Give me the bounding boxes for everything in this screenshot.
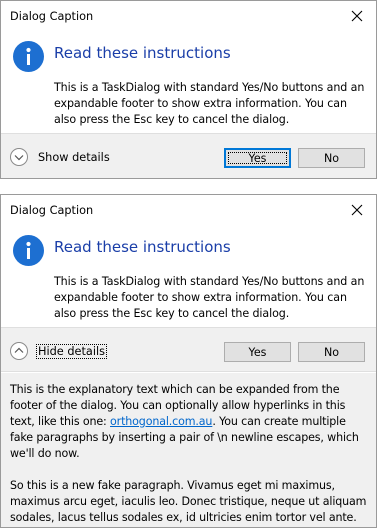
expander-toggle[interactable]: Show details <box>9 147 111 167</box>
chevron-down-icon[interactable] <box>9 147 29 167</box>
information-icon <box>13 235 44 266</box>
close-icon[interactable] <box>346 200 368 220</box>
footer-paragraph: So this is a new fake paragraph. Vivamus… <box>10 479 367 524</box>
footer-paragraph: This is the explanatory text which can b… <box>10 382 367 462</box>
no-button-label: No <box>323 345 340 359</box>
no-button-label: No <box>323 151 340 165</box>
expander-label[interactable]: Hide details <box>36 343 107 359</box>
dialog-content: Read these instructions This is a TaskDi… <box>1 226 376 325</box>
footer-link[interactable]: orthogonal.com.au <box>110 415 212 428</box>
no-button[interactable]: No <box>298 148 365 168</box>
yes-button[interactable]: Yes <box>224 148 291 168</box>
close-icon[interactable] <box>346 6 368 26</box>
content-text: This is a TaskDialog with standard Yes/N… <box>54 81 365 126</box>
dialog-caption: Dialog Caption <box>10 204 94 217</box>
task-dialog-collapsed: Dialog Caption Read these instructions T… <box>0 0 377 179</box>
yes-button-label: Yes <box>248 345 267 359</box>
expander-label[interactable]: Show details <box>37 151 111 164</box>
focus-ring <box>228 152 287 164</box>
expanded-footer: This is the explanatory text which can b… <box>1 373 376 527</box>
dialog-caption: Dialog Caption <box>10 10 94 23</box>
content-text: This is a TaskDialog with standard Yes/N… <box>54 275 365 320</box>
button-bar: Hide details Yes No <box>1 327 376 372</box>
yes-button[interactable]: Yes <box>224 342 291 362</box>
no-button[interactable]: No <box>298 342 365 362</box>
title-bar: Dialog Caption <box>1 1 376 32</box>
button-bar: Show details Yes No <box>1 133 376 178</box>
expander-toggle[interactable]: Hide details <box>9 341 107 361</box>
task-dialog-expanded: Dialog Caption Read these instructions T… <box>0 194 377 528</box>
main-instruction: Read these instructions <box>54 44 231 62</box>
information-icon <box>13 41 44 72</box>
main-instruction: Read these instructions <box>54 238 231 256</box>
title-bar: Dialog Caption <box>1 195 376 226</box>
dialog-content: Read these instructions This is a TaskDi… <box>1 32 376 131</box>
chevron-up-icon[interactable] <box>9 341 29 361</box>
